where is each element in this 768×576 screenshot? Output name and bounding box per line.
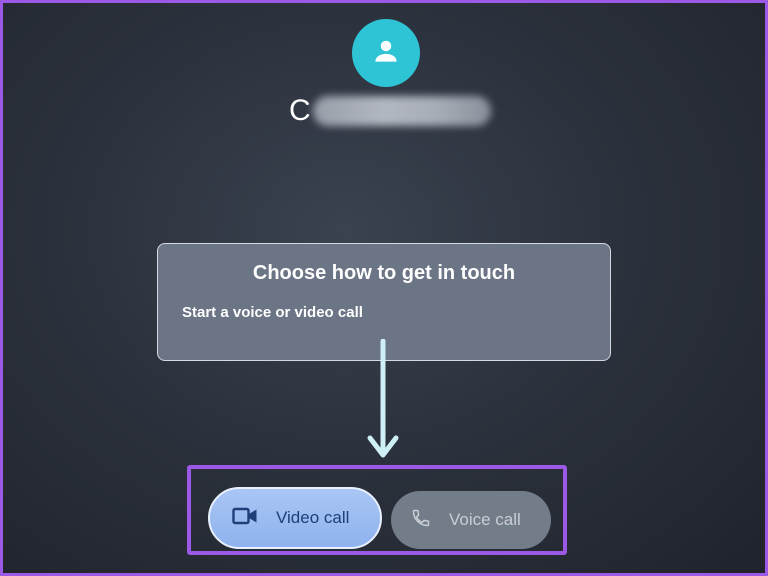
person-icon <box>371 36 401 71</box>
voice-call-label: Voice call <box>449 510 521 529</box>
voice-call-button[interactable]: Voice call <box>391 491 551 549</box>
video-call-label: Video call <box>276 508 350 527</box>
screen-frame: C Choose how to get in touch Start a voi… <box>0 0 768 576</box>
contact-avatar <box>352 19 420 87</box>
down-arrow-annotation <box>367 339 399 458</box>
tooltip-title: Choose how to get in touch <box>252 262 516 284</box>
video-call-button[interactable]: Video call <box>208 487 382 549</box>
contact-name-initial: C <box>289 94 311 127</box>
contact-name-redacted <box>312 96 491 126</box>
tooltip-subtitle: Start a voice or video call <box>182 304 363 321</box>
phone-icon <box>411 508 431 533</box>
videocam-icon <box>232 506 258 531</box>
contact-name: C <box>289 91 491 131</box>
